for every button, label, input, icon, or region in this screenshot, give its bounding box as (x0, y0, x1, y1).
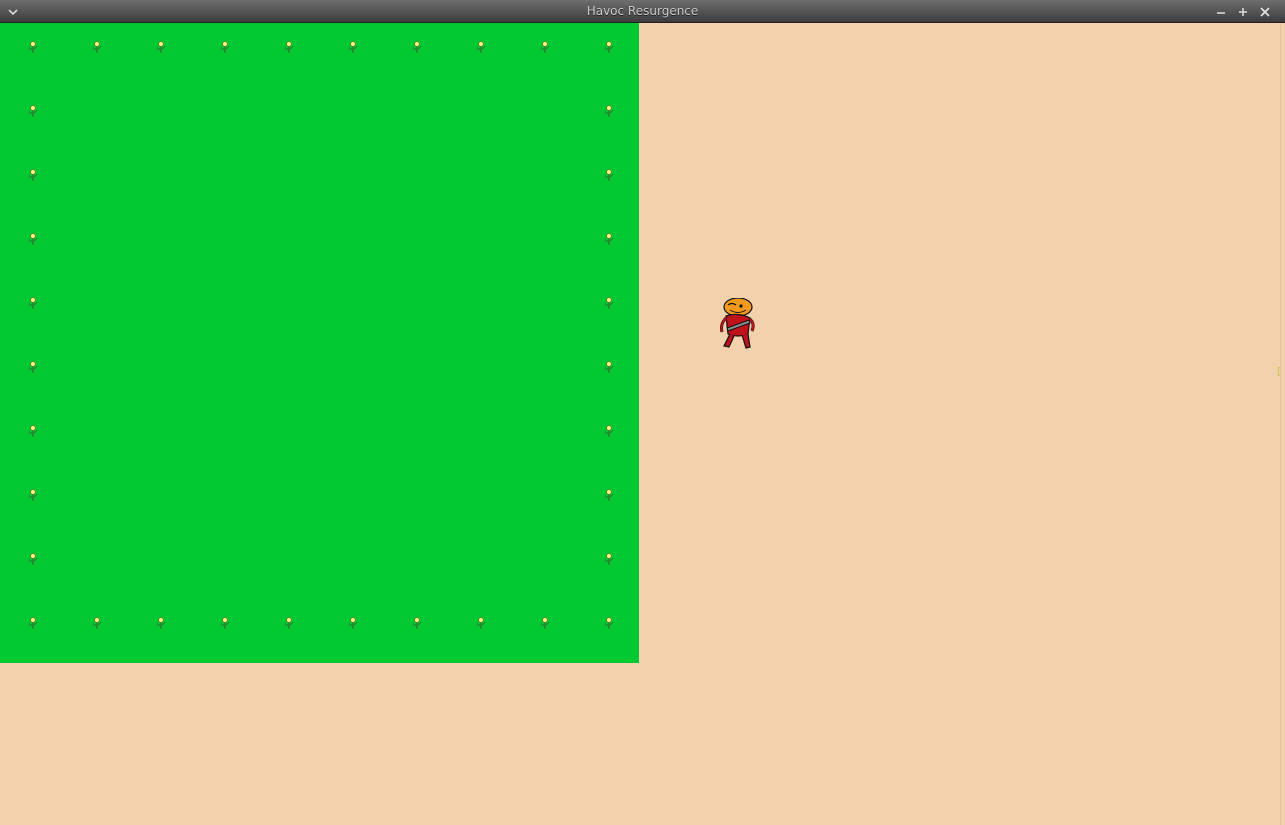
minimize-button[interactable] (1213, 4, 1229, 20)
flower-icon (28, 105, 38, 117)
flower-icon (28, 553, 38, 565)
flower-icon (412, 41, 422, 53)
close-button[interactable] (1257, 4, 1273, 20)
flower-icon (604, 169, 614, 181)
flower-icon (604, 297, 614, 309)
player-character[interactable] (716, 297, 756, 352)
flower-icon (284, 617, 294, 629)
window-title: Havoc Resurgence (586, 4, 699, 18)
flower-icon (28, 489, 38, 501)
flower-icon (604, 233, 614, 245)
minimize-icon (1217, 12, 1225, 14)
flower-icon (28, 617, 38, 629)
close-icon (1260, 7, 1270, 17)
flower-icon (604, 105, 614, 117)
window-menu-button[interactable] (5, 4, 21, 20)
flower-icon (28, 425, 38, 437)
flower-icon (28, 169, 38, 181)
flower-icon (284, 41, 294, 53)
flower-icon (604, 489, 614, 501)
flower-icon (540, 41, 550, 53)
flower-icon (28, 297, 38, 309)
flower-icon (28, 233, 38, 245)
maximize-button[interactable] (1235, 4, 1251, 20)
flower-icon (348, 617, 358, 629)
flower-icon (604, 617, 614, 629)
flower-icon (92, 617, 102, 629)
flower-icon (220, 617, 230, 629)
flower-icon (412, 617, 422, 629)
flower-icon (156, 617, 166, 629)
flower-icon (604, 361, 614, 373)
flower-icon (28, 361, 38, 373)
flower-icon (476, 617, 486, 629)
game-canvas[interactable]: D (0, 23, 1285, 825)
maximize-icon (1239, 8, 1247, 16)
masked-warrior-sprite (720, 297, 755, 349)
flower-icon (604, 41, 614, 53)
flower-icon (540, 617, 550, 629)
flower-icon (220, 41, 230, 53)
title-bar[interactable]: Havoc Resurgence (0, 0, 1285, 23)
flower-icon (156, 41, 166, 53)
grass-field (0, 23, 639, 663)
flower-icon (476, 41, 486, 53)
game-window: Havoc Resurgence (0, 0, 1285, 825)
flower-icon (604, 425, 614, 437)
flower-icon (28, 41, 38, 53)
flower-icon (92, 41, 102, 53)
flower-icon (348, 41, 358, 53)
chevron-down-icon (8, 9, 18, 16)
window-border (1280, 23, 1285, 825)
flower-icon (604, 553, 614, 565)
